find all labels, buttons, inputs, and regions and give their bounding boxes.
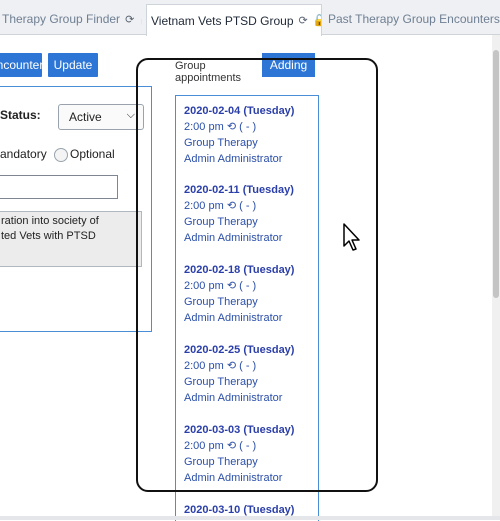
bottom-bar (0, 516, 500, 520)
scrollbar-thumb[interactable] (493, 50, 499, 298)
optional-label: Optional (70, 147, 115, 161)
tab-past-therapy-group-encounters[interactable]: Past Therapy Group Encounters ⟳ 🔓 (324, 4, 500, 34)
tab-label: Therapy Group Finder (2, 12, 121, 26)
status-select-value: Active (69, 110, 102, 124)
highlight-rectangle (136, 58, 378, 492)
optional-radio[interactable] (54, 148, 68, 162)
description-line: ration into society of (1, 215, 99, 227)
status-select[interactable]: Active ⌵ (58, 104, 144, 130)
encounter-button[interactable]: ncounter (0, 53, 44, 77)
mandatory-label: andatory (0, 147, 47, 161)
tab-strip: Therapy Group Finder ⟳ 🔓 ✖ Vietnam Vets … (0, 0, 500, 36)
tab-label: Past Therapy Group Encounters (328, 12, 500, 26)
tab-vietnam-vets-ptsd-group[interactable]: Vietnam Vets PTSD Group ⟳ 🔓 ✖ (146, 4, 322, 36)
tab-label: Vietnam Vets PTSD Group (151, 13, 294, 28)
description-textarea[interactable]: ration into society of ted Vets with PTS… (0, 211, 142, 267)
encounter-button-label: ncounter (0, 58, 44, 72)
text-input[interactable] (0, 175, 118, 199)
refresh-icon[interactable]: ⟳ (125, 13, 134, 26)
status-label: Status: (0, 108, 41, 122)
description-line: ted Vets with PTSD (1, 230, 96, 242)
lock-icon[interactable]: 🔓 (139, 13, 142, 26)
chevron-down-icon: ⌵ (126, 109, 135, 121)
mouse-cursor-icon (343, 223, 360, 251)
refresh-icon[interactable]: ⟳ (299, 14, 308, 27)
update-button[interactable]: Update (48, 53, 98, 77)
lock-icon[interactable]: 🔓 (313, 14, 321, 27)
update-button-label: Update (53, 58, 93, 72)
tab-therapy-group-finder[interactable]: Therapy Group Finder ⟳ 🔓 ✖ (0, 4, 142, 34)
